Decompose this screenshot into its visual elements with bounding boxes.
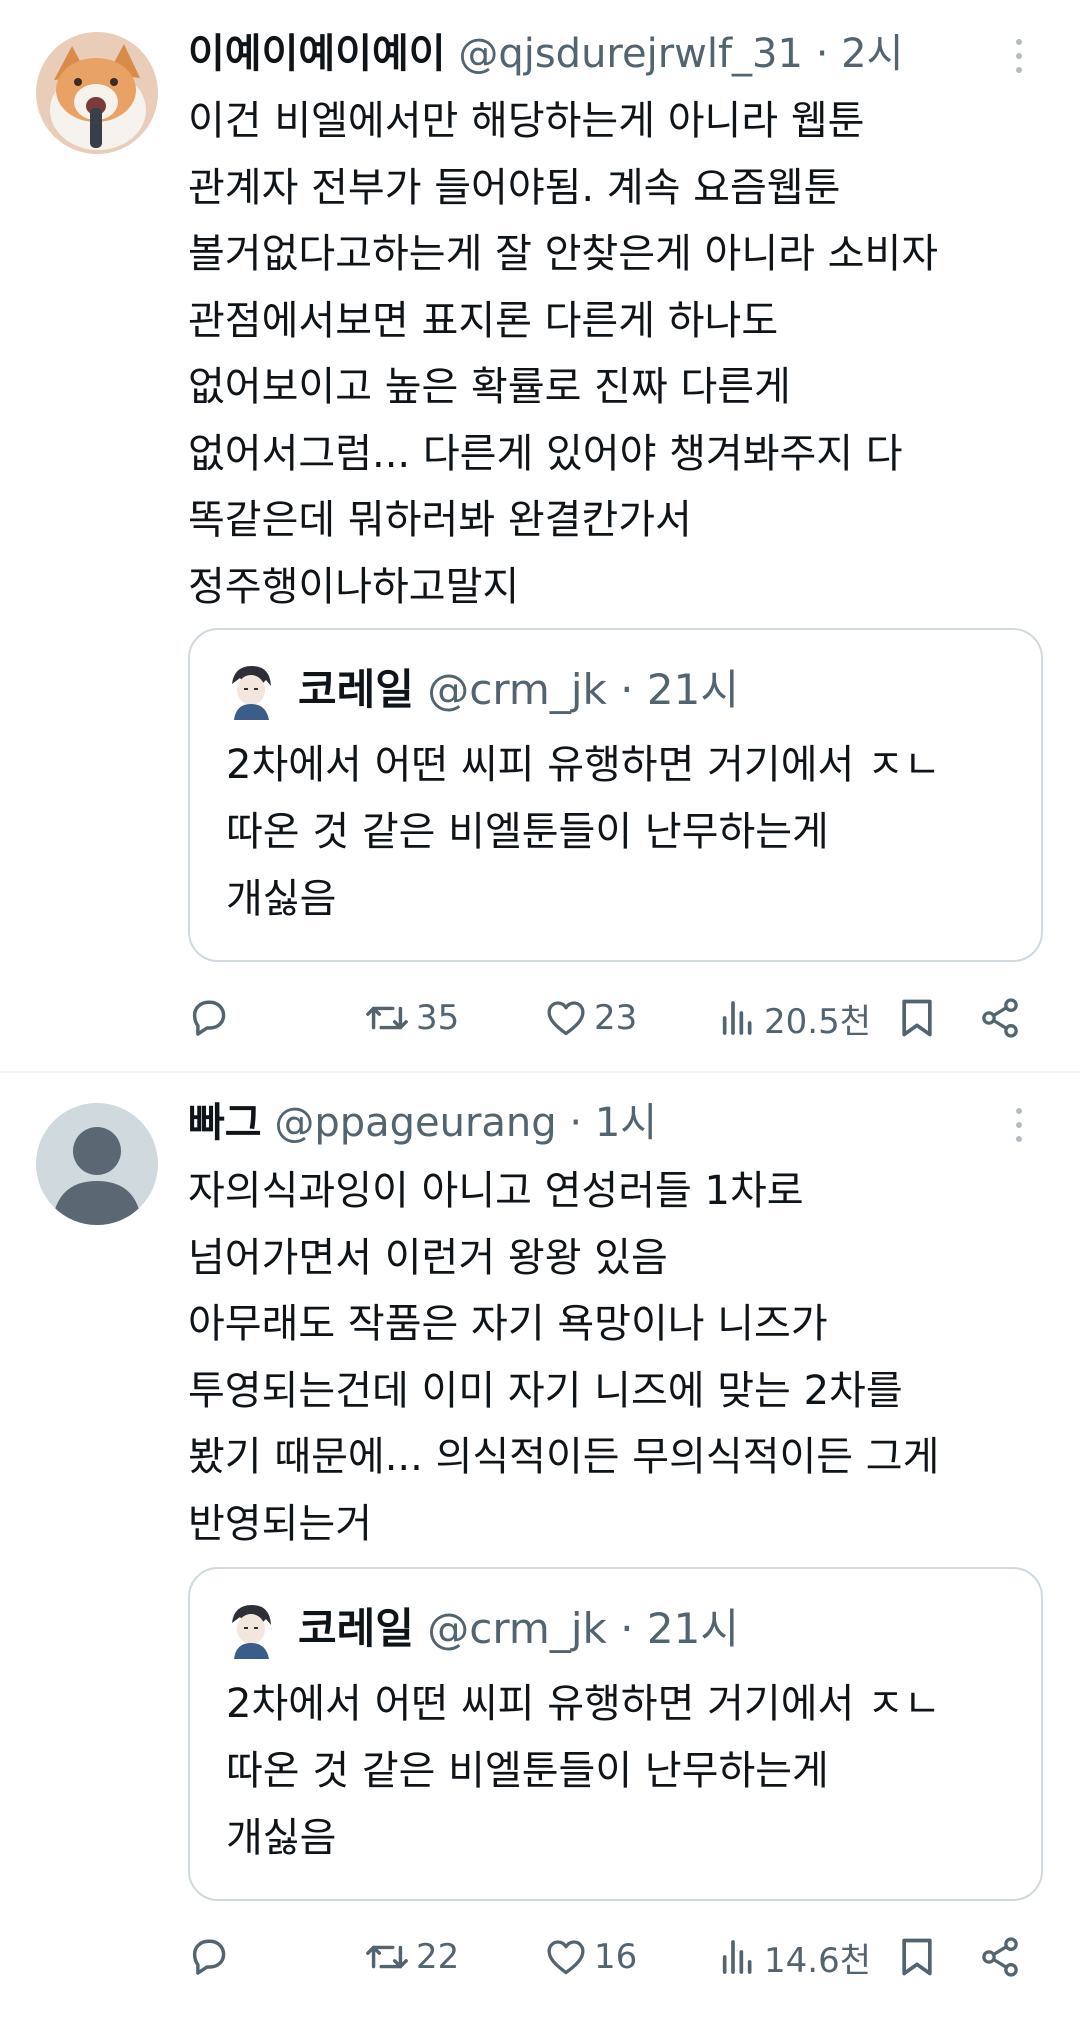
share-icon [982, 998, 1018, 1038]
quote-avatar [224, 662, 278, 720]
tweet[interactable]: 이예이예이예이 @qjsdurejrwlf_31 · 2시 이건 비엘에서만 해… [0, 0, 1080, 1071]
reply-icon [192, 1000, 226, 1036]
retweet-button[interactable]: 35 [364, 988, 459, 1048]
quote-avatar [224, 1601, 278, 1659]
tweet-text: 자의식과잉이 아니고 연성러들 1차로 넘어가면서 이런거 왕왕 있음 아무래도… [188, 1158, 939, 1557]
like-count: 16 [594, 1937, 638, 1977]
like-count: 23 [594, 998, 638, 1038]
retweet-button[interactable]: 22 [364, 1927, 459, 1987]
retweet-count: 22 [416, 1937, 460, 1977]
tweet[interactable]: 빠그 @ppageurang · 1시 자의식과잉이 아니고 연성러들 1차로 … [0, 1073, 1080, 2018]
tweet-text-line: 없어보이고 높은 확률로 진짜 다른게 [188, 364, 791, 410]
tweet-text-line: 볼거없다고하는게 잘 안찾은게 아니라 소비자 [188, 231, 939, 277]
quote-text: 2차에서 어떤 씨피 유행하면 거기에서 ㅈㄴ 따온 것 같은 비엘툰들이 난무… [226, 732, 941, 933]
separator-dot: · [569, 1100, 583, 1146]
views-count: 14.6천 [764, 1940, 871, 1981]
tweet-text-line: 이건 비엘에서만 해당하는게 아니라 웹툰 [188, 98, 865, 144]
like-button[interactable]: 16 [544, 1927, 637, 1987]
tweet-text: 이건 비엘에서만 해당하는게 아니라 웹툰 관계자 전부가 들어야됨. 계속 요… [188, 88, 938, 620]
separator-dot: · [815, 31, 829, 77]
quote-text: 2차에서 어떤 씨피 유행하면 거기에서 ㅈㄴ 따온 것 같은 비엘툰들이 난무… [226, 1671, 941, 1872]
quote-timestamp: 21시 [646, 1604, 739, 1653]
retweet-icon [366, 1006, 408, 1030]
separator-dot: · [620, 665, 634, 714]
reply-button[interactable] [186, 1927, 232, 1987]
tweet-text-line: 똑같은데 뭐하러봐 완결칸가서 [188, 497, 692, 543]
tweet-text-line: 관계자 전부가 들어야됨. 계속 요즘웹툰 [188, 164, 841, 211]
tweet-text-line: 투영되는건데 이미 자기 니즈에 맞는 2차를 [188, 1367, 903, 1414]
tweet-text-line: 넘어가면서 이런거 왕왕 있음 [188, 1234, 668, 1281]
share-icon [982, 1937, 1018, 1977]
action-bar: 35 23 20.5천 [0, 988, 1080, 1048]
views-button[interactable]: 20.5천 [718, 988, 871, 1048]
retweet-count: 35 [416, 998, 460, 1038]
quote-text-line: 2차에서 어떤 씨피 유행하면 거기에서 ㅈㄴ [226, 742, 941, 788]
tweet-text-line: 아무래도 작품은 자기 욕망이나 니즈가 [188, 1301, 828, 1347]
tweet-header: 빠그 @ppageurang · 1시 [188, 1093, 657, 1153]
handle[interactable]: @qjsdurejrwlf_31 [458, 31, 803, 77]
bookmark-icon [902, 999, 932, 1037]
views-icon [722, 1001, 752, 1035]
timestamp[interactable]: 2시 [841, 31, 903, 77]
quote-handle: @crm_jk [427, 665, 607, 714]
share-button[interactable] [978, 988, 1022, 1048]
tweet-text-line: 봤기 때문에... 의식적이든 무의식적이든 그게 [188, 1434, 940, 1480]
quote-handle: @crm_jk [427, 1604, 607, 1653]
more-icon[interactable] [1004, 1099, 1034, 1151]
retweet-icon [366, 1945, 408, 1969]
quoted-tweet[interactable]: 코레일 @crm_jk · 21시 2차에서 어떤 씨피 유행하면 거기에서 ㅈ… [188, 628, 1043, 962]
views-button[interactable]: 14.6천 [718, 1927, 871, 1987]
share-button[interactable] [978, 1927, 1022, 1987]
like-button[interactable]: 23 [544, 988, 637, 1048]
tweet-text-line: 정주행이나하고말지 [188, 563, 520, 610]
quoted-tweet[interactable]: 코레일 @crm_jk · 21시 2차에서 어떤 씨피 유행하면 거기에서 ㅈ… [188, 1567, 1043, 1901]
tweet-text-line: 관점에서보면 표지론 다른게 하나도 [188, 297, 779, 344]
tweet-text-line: 없어서그럼... 다른게 있어야 챙겨봐주지 다 [188, 430, 903, 477]
bookmark-button[interactable] [895, 988, 939, 1048]
display-name[interactable]: 이예이예이예이 [188, 31, 446, 77]
avatar[interactable] [36, 1103, 158, 1225]
tweet-header: 이예이예이예이 @qjsdurejrwlf_31 · 2시 [188, 24, 903, 84]
avatar[interactable] [36, 32, 158, 154]
display-name[interactable]: 빠그 [188, 1100, 262, 1146]
reply-button[interactable] [186, 988, 232, 1048]
timestamp[interactable]: 1시 [595, 1100, 657, 1146]
bookmark-button[interactable] [895, 1927, 939, 1987]
handle[interactable]: @ppageurang [274, 1100, 556, 1146]
quote-timestamp: 21시 [646, 665, 739, 714]
tweet-text-line: 반영되는거 [188, 1500, 372, 1547]
quote-header: 코레일 @crm_jk · 21시 [298, 1599, 739, 1659]
like-icon [547, 1940, 585, 1975]
quote-text-line: 개싫음 [226, 876, 337, 922]
action-bar: 22 16 14.6천 [0, 1927, 1080, 1987]
reply-icon [192, 1939, 226, 1975]
views-icon [722, 1940, 752, 1974]
more-icon[interactable] [1004, 30, 1034, 82]
quote-header: 코레일 @crm_jk · 21시 [298, 660, 739, 720]
quote-display-name: 코레일 [298, 665, 414, 714]
quote-text-line: 2차에서 어떤 씨피 유행하면 거기에서 ㅈㄴ [226, 1681, 941, 1727]
quote-text-line: 따온 것 같은 비엘툰들이 난무하는게 [226, 1748, 829, 1794]
tweet-text-line: 자의식과잉이 아니고 연성러들 1차로 [188, 1168, 804, 1214]
quote-text-line: 개싫음 [226, 1815, 337, 1861]
separator-dot: · [620, 1604, 634, 1653]
views-count: 20.5천 [764, 1001, 871, 1042]
quote-display-name: 코레일 [298, 1604, 414, 1653]
like-icon [547, 1001, 585, 1036]
bookmark-icon [902, 1938, 932, 1976]
quote-text-line: 따온 것 같은 비엘툰들이 난무하는게 [226, 809, 829, 855]
